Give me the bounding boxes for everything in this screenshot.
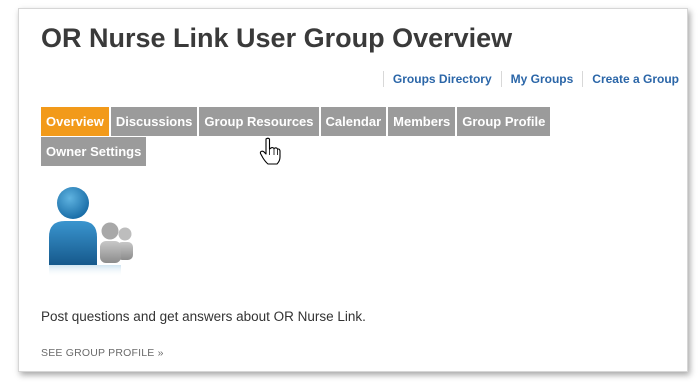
user-group-icon bbox=[49, 187, 133, 277]
link-divider bbox=[582, 71, 584, 87]
see-group-profile-link[interactable]: SEE GROUP PROFILE » bbox=[41, 347, 164, 359]
my-groups-link[interactable]: My Groups bbox=[511, 72, 574, 86]
link-divider bbox=[382, 71, 384, 87]
group-description: Post questions and get answers about OR … bbox=[41, 309, 366, 324]
tab-members[interactable]: Members bbox=[388, 107, 456, 136]
group-top-links: Groups Directory My Groups Create a Grou… bbox=[374, 71, 679, 87]
create-group-link[interactable]: Create a Group bbox=[592, 72, 679, 86]
tab-group-resources[interactable]: Group Resources bbox=[199, 107, 319, 136]
tab-overview[interactable]: Overview bbox=[41, 107, 109, 136]
group-tabs: Overview Discussions Group Resources Cal… bbox=[41, 107, 641, 167]
page-title: OR Nurse Link User Group Overview bbox=[41, 23, 513, 53]
hand-pointer-cursor-icon bbox=[259, 137, 281, 165]
group-overview-panel: OR Nurse Link User Group Overview Groups… bbox=[18, 8, 688, 372]
link-divider bbox=[500, 71, 502, 87]
tab-calendar[interactable]: Calendar bbox=[320, 107, 387, 136]
groups-directory-link[interactable]: Groups Directory bbox=[393, 72, 492, 86]
tab-discussions[interactable]: Discussions bbox=[110, 107, 198, 136]
tab-owner-settings[interactable]: Owner Settings bbox=[41, 137, 147, 166]
tab-group-profile[interactable]: Group Profile bbox=[457, 107, 551, 136]
